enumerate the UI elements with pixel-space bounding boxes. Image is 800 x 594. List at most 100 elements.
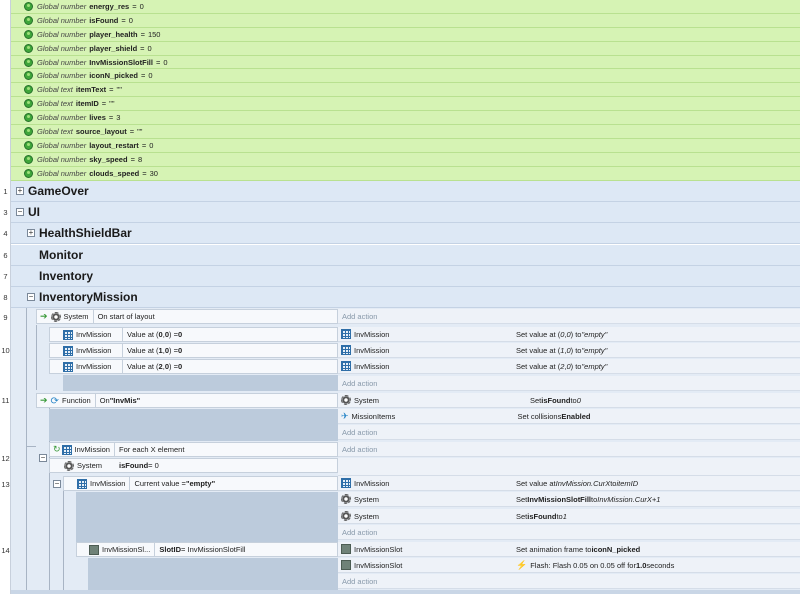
action-row[interactable]: System Set isFound to 0 — [338, 393, 800, 408]
event-11-condition[interactable]: ➔ ⟳ Function On "InvMis" — [36, 393, 338, 408]
condition-object: InvMission — [76, 346, 112, 355]
variable-name: isFound — [89, 15, 119, 25]
action-row[interactable]: System Set isFound to 1 — [338, 509, 800, 524]
variable-kind: Global text — [37, 85, 73, 95]
line-number: 13 — [1, 480, 10, 489]
divider — [94, 394, 96, 407]
action-text: ) to — [570, 345, 582, 355]
global-variable-row[interactable]: Global number InvMissionSlotFill = 0 — [11, 56, 800, 70]
variable-operator: = — [109, 85, 114, 95]
action-row[interactable]: System Set InvMissionSlotFill to InvMiss… — [338, 492, 800, 507]
add-action-link[interactable]: Add action — [338, 425, 800, 440]
variable-kind: Global text — [37, 126, 73, 136]
empty-action-area — [338, 458, 800, 476]
collapse-icon[interactable]: − — [39, 454, 47, 462]
variable-name: itemID — [75, 99, 99, 109]
global-variable-row[interactable]: Global text itemText = "" — [11, 83, 800, 98]
event-12-condition-1[interactable]: ↻ InvMission For each X element — [49, 442, 338, 457]
condition-text: ) = — [168, 362, 178, 371]
expand-icon[interactable]: + — [16, 187, 24, 195]
event-10-condition[interactable]: InvMission Value at (2, 0) = 0 — [49, 359, 338, 374]
variable-value: 0 — [139, 1, 144, 11]
action-text: seconds — [646, 560, 675, 570]
add-action-link[interactable]: Add action — [338, 376, 800, 391]
action-row[interactable]: InvMissionSlot ⚡ Flash: Flash 0.05 on 0.… — [338, 558, 800, 573]
variable-kind: Global number — [37, 43, 87, 53]
event-10-condition[interactable]: InvMission Value at (0, 0) = 0 — [49, 327, 338, 342]
action-text: Set — [516, 511, 528, 521]
variable-value: "" — [116, 85, 122, 95]
global-variable-row[interactable]: Global text itemID = "" — [11, 97, 800, 112]
condition-text: Current value = — [134, 479, 186, 488]
action-value: InvMission.CurX — [555, 478, 611, 488]
action-variable: isFound — [527, 511, 557, 521]
globe-icon — [24, 29, 33, 39]
action-text: Set animation frame to — [516, 544, 592, 554]
group-healthshieldbar[interactable]: + HealthShieldBar — [11, 223, 800, 244]
action-value: 1 — [562, 511, 567, 521]
variable-kind: Global number — [37, 57, 87, 67]
collapse-icon[interactable]: − — [16, 208, 24, 216]
global-variables-block: Global number energy_res = 0 Global number is… — [11, 0, 800, 181]
global-variable-row[interactable]: Global number clouds_speed = 30 — [11, 167, 800, 181]
action-object: System — [354, 511, 380, 521]
action-row[interactable]: InvMissionSlot Set animation frame to ic… — [338, 542, 800, 557]
global-variable-row[interactable]: Global number player_shield = 0 — [11, 42, 800, 56]
expand-icon[interactable]: + — [27, 229, 35, 237]
variable-value: 0 — [128, 15, 133, 25]
variable-operator: = — [108, 113, 114, 123]
action-value: "empty" — [581, 345, 608, 355]
group-inventorymission[interactable]: − InventoryMission — [11, 287, 800, 308]
group-gameover[interactable]: + GameOver — [11, 181, 800, 202]
variable-name: player_shield — [89, 43, 138, 53]
action-value: 1.0 — [635, 560, 647, 570]
global-variable-row[interactable]: Global number iconN_picked = 0 — [11, 69, 800, 84]
action-row[interactable]: InvMission Set value at (2, 0) to "empty" — [338, 359, 800, 374]
global-variable-row[interactable]: Global number lives = 3 — [11, 111, 800, 126]
global-variable-row[interactable]: Global number layout_restart = 0 — [11, 139, 800, 153]
add-action-link[interactable]: Add action — [338, 442, 800, 457]
variable-name: sky_speed — [89, 154, 128, 164]
event-9-condition[interactable]: ➔ System On start of layout — [36, 309, 338, 324]
event-14-condition[interactable]: InvMissionSl... SlotID = InvMissionSlotF… — [76, 542, 338, 557]
global-variable-row[interactable]: Global number isFound = 0 — [11, 14, 800, 28]
add-action-link[interactable]: Add action — [338, 525, 800, 540]
action-row[interactable]: InvMission Set value at InvMission.CurX … — [338, 476, 800, 491]
event-12-condition-2[interactable]: System isFound = 0 — [49, 458, 338, 473]
action-object: InvMission — [354, 345, 390, 355]
array-grid-icon — [77, 478, 87, 489]
event-10-condition[interactable]: InvMission Value at (1, 0) = 0 — [49, 343, 338, 358]
global-variable-row[interactable]: Global number sky_speed = 8 — [11, 153, 800, 167]
event-13-condition[interactable]: InvMission Current value = "empty" — [63, 476, 338, 491]
global-variable-row[interactable]: Global number player_health = 150 — [11, 28, 800, 42]
group-ui[interactable]: − UI — [11, 202, 800, 223]
collapse-icon[interactable]: − — [27, 293, 35, 301]
line-number: 3 — [3, 208, 8, 217]
action-row[interactable]: InvMission Set value at (0, 0) to "empty" — [338, 327, 800, 342]
action-text: ) to — [570, 329, 582, 339]
group-inventory[interactable]: Inventory — [11, 266, 800, 287]
variable-value: "" — [137, 126, 143, 136]
variable-operator: = — [129, 126, 135, 136]
add-action-link[interactable]: Add action — [338, 574, 800, 589]
action-variable: InvMissionSlotFill — [527, 494, 592, 504]
variable-operator: = — [121, 15, 126, 25]
action-value: "empty" — [581, 361, 608, 371]
system-gear-icon — [50, 311, 61, 322]
global-variable-row[interactable]: Global number energy_res = 0 — [11, 0, 800, 14]
variable-value: 150 — [147, 29, 161, 39]
globe-icon — [24, 126, 33, 136]
condition-text: On — [99, 396, 110, 405]
line-number: 4 — [3, 229, 8, 238]
function-name: "InvMis" — [109, 396, 141, 405]
trigger-arrow-icon: ➔ — [40, 395, 48, 405]
variable-operator: = — [142, 168, 147, 178]
add-action-link[interactable]: Add action — [338, 309, 800, 324]
action-row[interactable]: ✈ MissionItems Set collisions Enabled — [338, 409, 800, 424]
global-variable-row[interactable]: Global text source_layout = "" — [11, 125, 800, 139]
group-monitor[interactable]: Monitor — [11, 245, 800, 266]
collapse-icon[interactable]: − — [53, 480, 61, 488]
action-row[interactable]: InvMission Set value at (1, 0) to "empty" — [338, 343, 800, 358]
globe-icon — [24, 57, 33, 67]
variable-kind: Global number — [37, 1, 87, 11]
